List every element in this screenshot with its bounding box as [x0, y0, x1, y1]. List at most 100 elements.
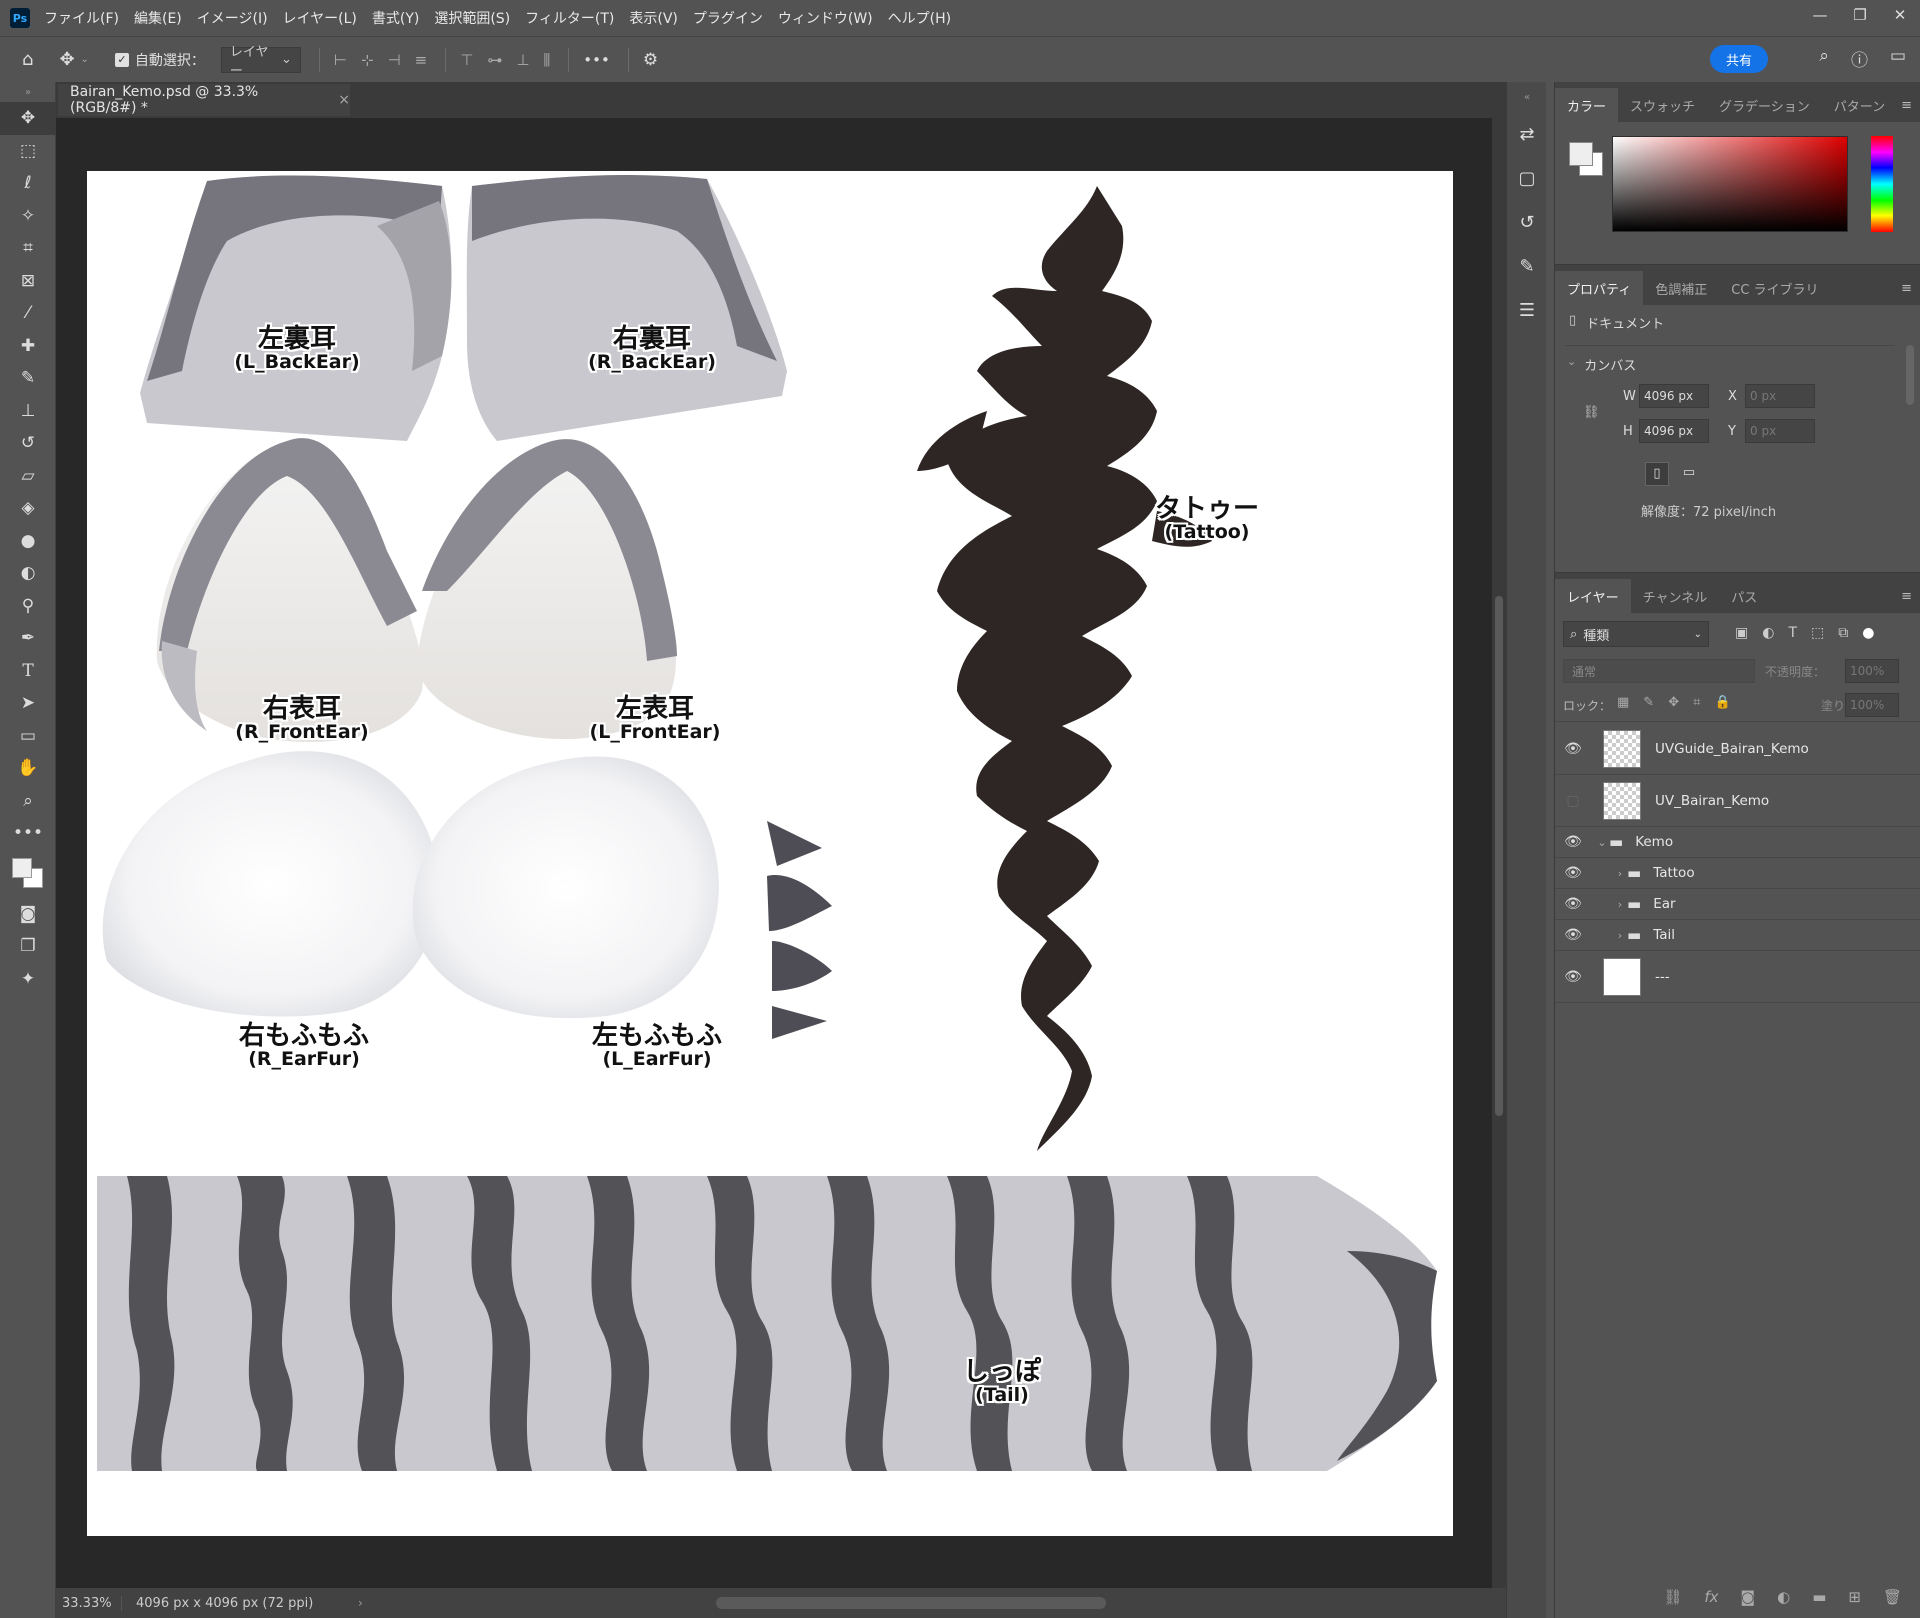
distribute-h-icon[interactable]: ≡	[415, 51, 428, 69]
edit-toolbar-icon[interactable]: •••	[0, 817, 56, 850]
visibility-eye-icon[interactable]: 👁	[1555, 927, 1591, 943]
visibility-eye-icon[interactable]: 👁	[1555, 969, 1591, 985]
canvas-section-header[interactable]: ⌄ カンバス	[1567, 355, 1636, 374]
menu-plugins[interactable]: プラグイン	[693, 8, 763, 28]
width-field[interactable]: 4096 px	[1639, 384, 1709, 408]
layer-group-row[interactable]: 👁 ⌄ ▬ Kemo	[1555, 827, 1920, 858]
lock-artboard-icon[interactable]: ⌗	[1693, 695, 1700, 710]
vertical-scroll-thumb[interactable]	[1495, 596, 1503, 1116]
layer-style-fx-icon[interactable]: fx	[1704, 1588, 1718, 1606]
move-tool-icon[interactable]: ✥	[59, 49, 74, 70]
visibility-eye-icon[interactable]: 👁	[1555, 865, 1591, 881]
brush-settings-icon[interactable]: ✎	[1507, 244, 1547, 288]
menu-help[interactable]: ヘルプ(H)	[888, 8, 951, 28]
opacity-field[interactable]: 100%	[1845, 659, 1899, 683]
portrait-orientation-icon[interactable]: ▯	[1645, 462, 1669, 486]
visibility-hidden-icon[interactable]: ▢	[1555, 793, 1591, 809]
pen-tool-icon[interactable]: ✒	[0, 622, 56, 655]
new-layer-icon[interactable]: ⊞	[1848, 1588, 1861, 1606]
landscape-orientation-icon[interactable]: ▭	[1677, 462, 1701, 486]
height-field[interactable]: 4096 px	[1639, 419, 1709, 443]
align-right-icon[interactable]: ⊣	[388, 51, 401, 69]
delete-layer-icon[interactable]: 🗑	[1883, 1588, 1902, 1606]
history-icon[interactable]: ↺	[1507, 200, 1547, 244]
marquee-tool-icon[interactable]: ⬚	[0, 135, 56, 168]
maximize-button[interactable]: ❐	[1840, 0, 1880, 30]
frame-tool-icon[interactable]: ⊠	[0, 265, 56, 298]
lock-transparent-icon[interactable]: ▦	[1617, 695, 1629, 710]
tab-patterns[interactable]: パターン	[1822, 88, 1897, 122]
align-left-icon[interactable]: ⊢	[334, 51, 347, 69]
color-picker-field[interactable]	[1612, 136, 1848, 232]
tab-layers[interactable]: レイヤー	[1555, 579, 1631, 613]
color-swatches[interactable]	[0, 850, 56, 898]
blur-tool-icon[interactable]: ●	[0, 525, 56, 558]
more-options-button[interactable]: •••	[583, 51, 610, 69]
horizontal-scroll-thumb[interactable]	[716, 1597, 1106, 1609]
type-tool-icon[interactable]: T	[0, 655, 56, 688]
lock-all-icon[interactable]: 🔒	[1714, 695, 1730, 710]
lasso-tool-icon[interactable]: ℓ	[0, 167, 56, 200]
link-dimensions-icon[interactable]: ⛓	[1583, 405, 1600, 420]
home-icon[interactable]: ⌂	[22, 49, 33, 70]
screen-mode-icon[interactable]: ❐	[0, 930, 56, 963]
menu-edit[interactable]: 編集(E)	[134, 8, 182, 28]
visibility-eye-icon[interactable]: 👁	[1555, 741, 1591, 757]
align-middle-v-icon[interactable]: ⊶	[487, 51, 502, 69]
eyedropper-tool-icon[interactable]: ⁄	[0, 297, 56, 330]
tab-paths[interactable]: パス	[1719, 579, 1769, 613]
tab-channels[interactable]: チャンネル	[1631, 579, 1720, 613]
menu-file[interactable]: ファイル(F)	[44, 8, 119, 28]
layer-row[interactable]: ▢ UV_Bairan_Kemo	[1555, 775, 1920, 827]
menu-layer[interactable]: レイヤー(L)	[283, 8, 357, 28]
chevron-right-icon[interactable]: ›	[1613, 898, 1627, 911]
layer-group-row[interactable]: 👁 › ▬ Tail	[1555, 920, 1920, 951]
tool-preset-chevron-icon[interactable]: ⌄	[81, 54, 89, 65]
eraser-tool-icon[interactable]: ▱	[0, 460, 56, 493]
collapse-toolbar-icon[interactable]: »	[0, 82, 56, 102]
layer-group-row[interactable]: 👁 › ▬ Tattoo	[1555, 858, 1920, 889]
menu-select[interactable]: 選択範囲(S)	[434, 8, 510, 28]
generative-icon[interactable]: ✦	[0, 963, 56, 996]
status-chevron-icon[interactable]: ›	[358, 1596, 363, 1610]
history-states-icon[interactable]: ⇄	[1507, 112, 1547, 156]
align-top-icon[interactable]: ⊤	[460, 51, 473, 69]
foreground-color-swatch[interactable]	[1569, 142, 1593, 166]
layer-filter-dropdown[interactable]: ⌕ 種類 ⌄	[1563, 621, 1709, 647]
path-selection-tool-icon[interactable]: ➤	[0, 687, 56, 720]
adjustment-layer-icon[interactable]: ◐	[1777, 1588, 1790, 1606]
filter-smart-object-icon[interactable]: ⧉	[1838, 625, 1848, 641]
magic-wand-tool-icon[interactable]: ✧	[0, 200, 56, 233]
zoom-tool-icon[interactable]: ⌕	[0, 785, 56, 818]
blend-mode-dropdown[interactable]: 通常	[1563, 659, 1755, 683]
visibility-eye-icon[interactable]: 👁	[1555, 896, 1591, 912]
filter-toggle-icon[interactable]: ●	[1862, 625, 1874, 641]
workspace-icon[interactable]: ▭	[1890, 46, 1906, 71]
auto-select-target-dropdown[interactable]: レイヤー ⌄	[220, 45, 301, 79]
layer-group-row[interactable]: 👁 › ▬ Ear	[1555, 889, 1920, 920]
fill-field[interactable]: 100%	[1845, 693, 1899, 717]
healing-brush-tool-icon[interactable]: ✚	[0, 330, 56, 363]
tab-swatches[interactable]: スウォッチ	[1618, 88, 1707, 122]
menu-type[interactable]: 書式(Y)	[372, 8, 419, 28]
distribute-v-icon[interactable]: ⫼	[543, 51, 550, 69]
adjustments-icon[interactable]: ☰	[1507, 288, 1547, 332]
chevron-down-icon[interactable]: ⌄	[1595, 836, 1609, 849]
rectangle-tool-icon[interactable]: ▭	[0, 720, 56, 753]
lock-position-icon[interactable]: ✥	[1668, 695, 1679, 710]
dodge-tool-icon[interactable]: ◐	[0, 557, 56, 590]
quick-mask-icon[interactable]: ◙	[0, 898, 56, 931]
menu-filter[interactable]: フィルター(T)	[525, 8, 614, 28]
document-canvas[interactable]: 左裏耳 (L_BackEar) 右裏耳 (R_BackEar) 右表耳 (R_F…	[87, 171, 1453, 1536]
panel-menu-icon[interactable]: ≡	[1901, 271, 1912, 305]
add-mask-icon[interactable]: ◙	[1741, 1588, 1756, 1606]
help-icon[interactable]: ⓘ	[1851, 46, 1868, 71]
document-tab[interactable]: Bairan_Kemo.psd @ 33.3% (RGB/8#) * ×	[58, 84, 350, 116]
crop-tool-icon[interactable]: ⌗	[0, 232, 56, 265]
paint-bucket-tool-icon[interactable]: ◈	[0, 492, 56, 525]
chevron-right-icon[interactable]: ›	[1613, 867, 1627, 880]
new-group-icon[interactable]: ▬	[1812, 1588, 1826, 1606]
filter-pixel-icon[interactable]: ▣	[1735, 625, 1748, 641]
checkbox-checked-icon[interactable]: ✓	[114, 52, 129, 67]
vertical-scrollbar[interactable]	[1492, 118, 1506, 1588]
